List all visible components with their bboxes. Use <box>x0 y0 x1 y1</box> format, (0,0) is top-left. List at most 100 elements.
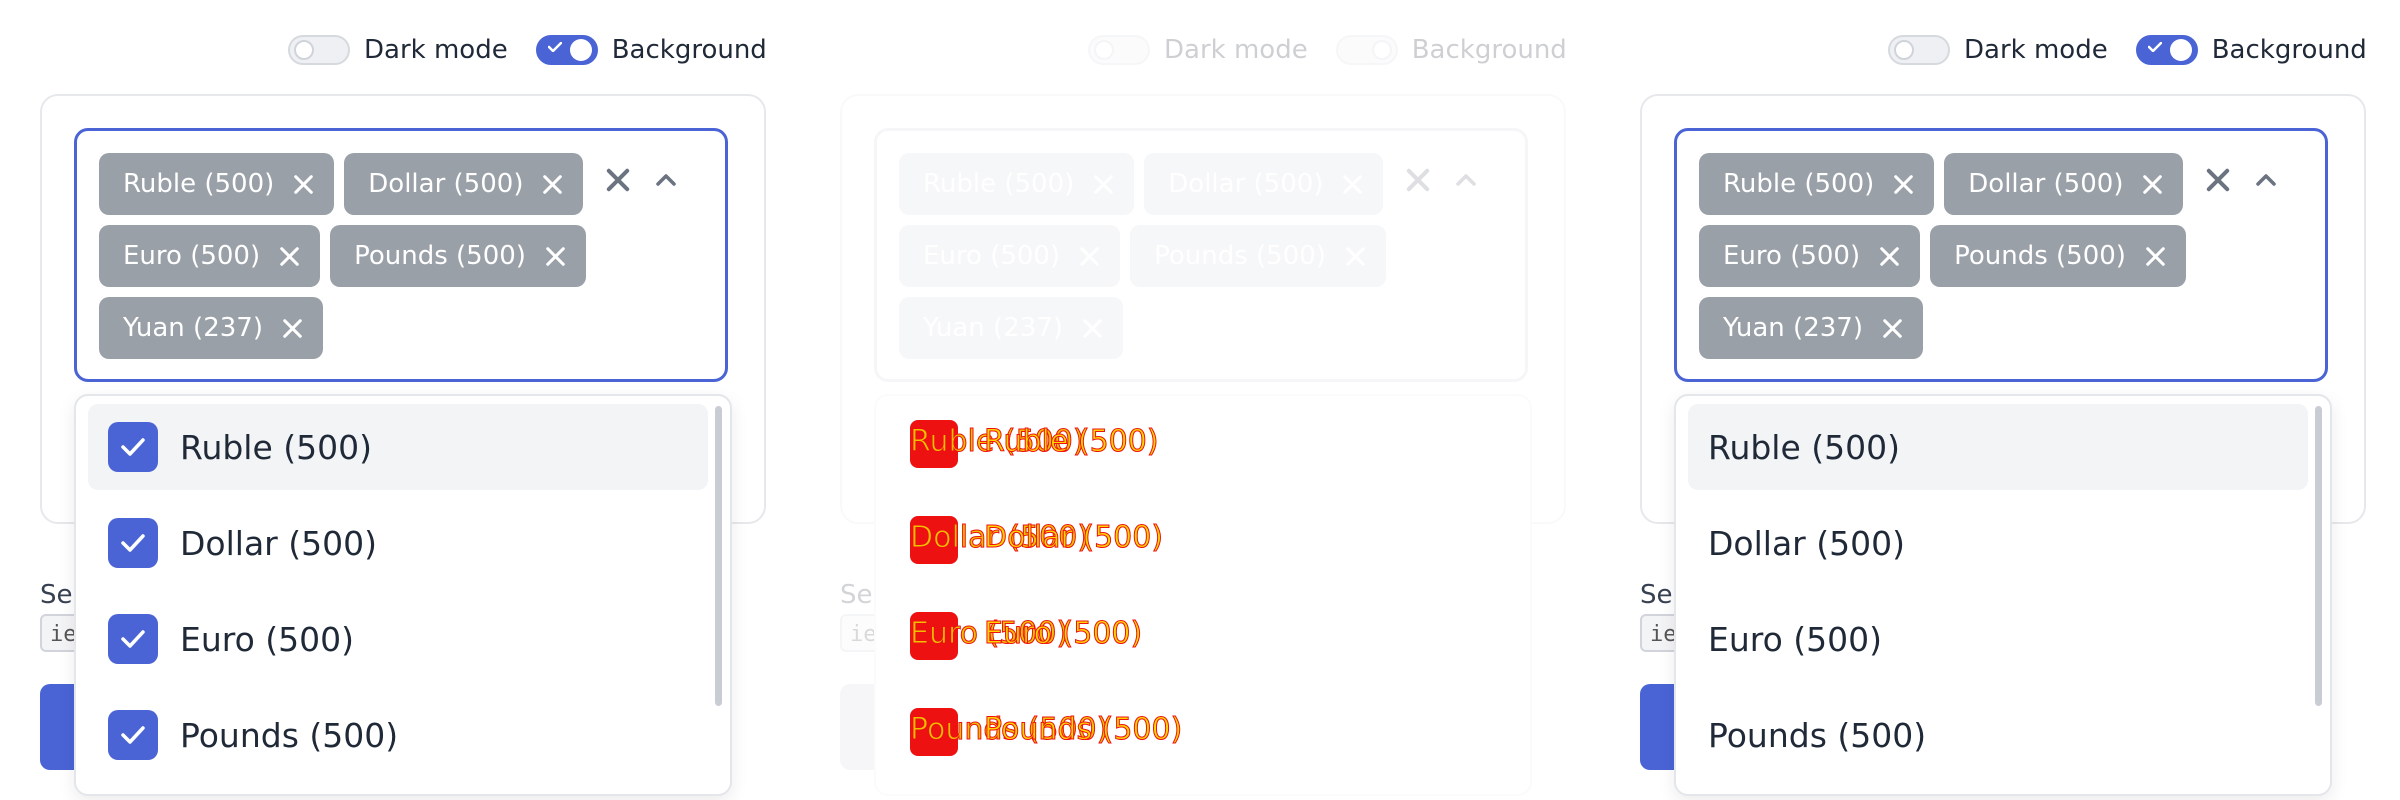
remove-tag-icon[interactable] <box>1078 245 1100 267</box>
option-dollar[interactable]: Dollar (500) <box>88 500 708 586</box>
tag-label: Euro (500) <box>123 241 261 271</box>
tag-ruble: Ruble (500) <box>899 153 1135 215</box>
tag-dollar: Dollar (500) <box>1144 153 1384 215</box>
dropdown-scrollbar[interactable] <box>715 406 722 706</box>
tag-dollar: Dollar (500) <box>1944 153 2184 215</box>
option-label-duplicate: Pounds (500) <box>983 712 1183 748</box>
option-label: Ruble (500) <box>1708 427 1901 467</box>
checkbox-checked-icon[interactable] <box>108 614 158 664</box>
dark-mode-toggle[interactable]: Dark mode <box>1088 35 1308 65</box>
tag-label: Ruble (500) <box>123 169 275 199</box>
tag-label: Pounds (500) <box>1154 241 1326 271</box>
background-switch[interactable] <box>535 35 598 65</box>
demo-panel-checked: Dark mode Background Se ie Ruble (500) D… <box>0 0 800 800</box>
tag-ruble: Ruble (500) <box>1699 153 1935 215</box>
remove-tag-icon[interactable] <box>281 317 303 339</box>
tag-label: Yuan (237) <box>123 313 263 343</box>
option-label: Dollar (500) <box>1708 523 1905 563</box>
chevron-up-icon[interactable] <box>2251 165 2281 195</box>
multi-select-control[interactable]: Ruble (500) Dollar (500) Euro (500) Poun… <box>74 128 728 382</box>
remove-tag-icon[interactable] <box>1892 173 1914 195</box>
background-switch[interactable] <box>1335 35 1398 65</box>
checkbox-checked-icon[interactable] <box>108 518 158 568</box>
remove-tag-icon[interactable] <box>278 245 300 267</box>
dark-mode-label: Dark mode <box>1964 35 2108 65</box>
option-label: Ruble (500) <box>180 427 373 467</box>
check-icon <box>547 42 562 52</box>
options-dropdown: Ruble (500) Dollar (500) Euro (500) Poun… <box>1674 394 2332 796</box>
remove-tag-icon[interactable] <box>544 245 566 267</box>
dark-mode-toggle[interactable]: Dark mode <box>1888 35 2108 65</box>
tag-euro: Euro (500) <box>1699 225 1921 287</box>
dark-mode-label: Dark mode <box>1164 35 1308 65</box>
tag-label: Yuan (237) <box>1723 313 1863 343</box>
demo-panel-plain: Dark mode Background Se ie Ruble (500) D… <box>1600 0 2400 800</box>
background-label: Background <box>2211 35 2367 65</box>
multi-select-control[interactable]: Ruble (500) Dollar (500) Euro (500) Poun… <box>874 128 1528 382</box>
remove-tag-icon[interactable] <box>1092 173 1114 195</box>
clear-all-icon[interactable] <box>2201 163 2235 197</box>
tag-euro: Euro (500) <box>899 225 1121 287</box>
background-toggle[interactable]: Background <box>535 35 767 65</box>
remove-tag-icon[interactable] <box>1881 317 1903 339</box>
option-label-duplicate: Dollar (500) <box>983 520 1164 556</box>
option-label: Pounds (500) <box>180 715 399 755</box>
check-icon <box>2147 42 2162 52</box>
remove-tag-icon[interactable] <box>541 173 563 195</box>
remove-tag-icon[interactable] <box>1081 317 1103 339</box>
background-label: Background <box>1411 35 1567 65</box>
remove-tag-icon[interactable] <box>292 173 314 195</box>
tag-label: Ruble (500) <box>923 169 1075 199</box>
option-euro[interactable]: Euro (500) <box>88 596 708 682</box>
option-ruble[interactable]: Ruble (500) <box>1688 404 2308 490</box>
clear-all-icon[interactable] <box>1401 163 1435 197</box>
remove-tag-icon[interactable] <box>2141 173 2163 195</box>
option-label-duplicate: Euro (500) <box>983 616 1143 652</box>
background-toggle[interactable]: Background <box>2135 35 2367 65</box>
option-pounds[interactable]: Pounds (500) <box>1688 692 2308 778</box>
option-pounds[interactable]: Pounds (500) <box>88 692 708 778</box>
dark-mode-switch[interactable] <box>1888 35 1950 65</box>
obscured-label: Se <box>40 580 73 610</box>
obscured-label: Se <box>840 580 873 610</box>
selected-tags: Ruble (500) Dollar (500) Euro (500) Poun… <box>899 153 1399 359</box>
tag-dollar: Dollar (500) <box>344 153 584 215</box>
tag-label: Pounds (500) <box>354 241 526 271</box>
tag-label: Euro (500) <box>923 241 1061 271</box>
remove-tag-icon[interactable] <box>1344 245 1366 267</box>
remove-tag-icon[interactable] <box>1341 173 1363 195</box>
tag-label: Yuan (237) <box>923 313 1063 343</box>
checkbox-checked-icon[interactable] <box>108 710 158 760</box>
tag-label: Dollar (500) <box>1968 169 2124 199</box>
dark-mode-toggle[interactable]: Dark mode <box>288 35 508 65</box>
tag-label: Dollar (500) <box>368 169 524 199</box>
dropdown-scrollbar[interactable] <box>2315 406 2322 706</box>
demo-toolbar: Dark mode Background <box>288 32 767 68</box>
tag-ruble: Ruble (500) <box>99 153 335 215</box>
tag-pounds: Pounds (500) <box>1930 225 2186 287</box>
options-dropdown: Ruble (500) Dollar (500) Euro (500) Poun… <box>74 394 732 796</box>
background-toggle[interactable]: Background <box>1335 35 1567 65</box>
remove-tag-icon[interactable] <box>1878 245 1900 267</box>
tag-yuan: Yuan (237) <box>899 297 1123 359</box>
chevron-up-icon[interactable] <box>1451 165 1481 195</box>
selected-tags: Ruble (500) Dollar (500) Euro (500) Poun… <box>1699 153 2199 359</box>
background-switch[interactable] <box>2135 35 2198 65</box>
option-label: Pounds (500) <box>1708 715 1927 755</box>
dark-mode-switch[interactable] <box>1088 35 1150 65</box>
dark-mode-switch[interactable] <box>288 35 350 65</box>
clear-all-icon[interactable] <box>601 163 635 197</box>
option-dollar[interactable]: Dollar (500) <box>1688 500 2308 586</box>
chevron-up-icon[interactable] <box>651 165 681 195</box>
option-label: Euro (500) <box>1708 619 1883 659</box>
option-ruble[interactable]: Ruble (500) <box>88 404 708 490</box>
checkbox-checked-icon[interactable] <box>108 422 158 472</box>
option-euro[interactable]: Euro (500) <box>1688 596 2308 682</box>
demo-toolbar: Dark mode Background <box>1888 32 2367 68</box>
background-label: Background <box>611 35 767 65</box>
dark-mode-label: Dark mode <box>364 35 508 65</box>
remove-tag-icon[interactable] <box>2144 245 2166 267</box>
tag-label: Euro (500) <box>1723 241 1861 271</box>
multi-select-control[interactable]: Ruble (500) Dollar (500) Euro (500) Poun… <box>1674 128 2328 382</box>
tag-label: Dollar (500) <box>1168 169 1324 199</box>
